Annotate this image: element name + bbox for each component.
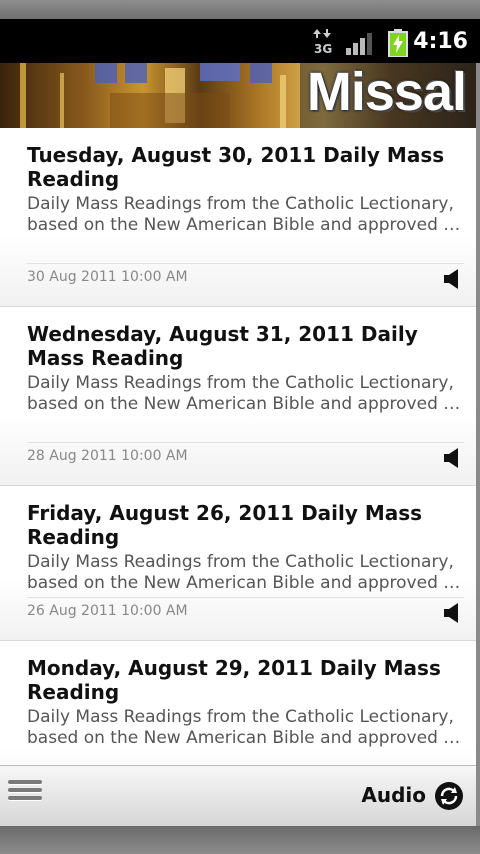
network-label: 3G xyxy=(314,42,332,55)
item-title: Monday, August 29, 2011 Daily Mass Readi… xyxy=(27,656,441,704)
bottom-toolbar: Audio xyxy=(0,765,476,826)
audio-button-label[interactable]: Audio xyxy=(361,783,426,807)
battery-charging-icon xyxy=(388,29,408,57)
status-clock: 4:16 xyxy=(413,29,468,54)
signal-strength-icon xyxy=(346,33,372,55)
reading-list[interactable]: Tuesday, August 30, 2011 Daily Mass Read… xyxy=(0,128,476,765)
speaker-icon[interactable] xyxy=(444,603,460,623)
item-title: Wednesday, August 31, 2011 Daily Mass Re… xyxy=(27,322,418,370)
list-item[interactable]: Friday, August 26, 2011 Daily Mass Readi… xyxy=(0,486,476,641)
item-description-line1: Daily Mass Readings from the Catholic Le… xyxy=(27,707,454,727)
missal-banner: Missal xyxy=(0,63,476,128)
top-frame-strip xyxy=(0,0,480,19)
item-description: Daily Mass Readings from the Catholic Le… xyxy=(0,704,476,749)
item-description-line1: Daily Mass Readings from the Catholic Le… xyxy=(27,373,454,393)
item-description-line1: Daily Mass Readings from the Catholic Le… xyxy=(27,552,454,572)
list-item[interactable]: Monday, August 29, 2011 Daily Mass Readi… xyxy=(0,641,476,765)
banner-title: Missal xyxy=(306,63,467,122)
item-date: 30 Aug 2011 10:00 AM xyxy=(27,269,188,285)
item-divider xyxy=(27,442,464,443)
bottom-frame-strip xyxy=(0,826,480,854)
item-description-line2: based on the New American Bible and appr… xyxy=(27,573,464,593)
item-divider xyxy=(27,263,464,264)
speaker-icon[interactable] xyxy=(444,448,460,468)
item-divider xyxy=(27,597,464,598)
item-title: Tuesday, August 30, 2011 Daily Mass Read… xyxy=(27,143,445,191)
item-description-line2: based on the New American Bible and appr… xyxy=(27,394,464,414)
item-description-line2: based on the New American Bible and appr… xyxy=(27,215,464,235)
item-date: 28 Aug 2011 10:00 AM xyxy=(27,448,188,464)
item-description: Daily Mass Readings from the Catholic Le… xyxy=(0,370,476,415)
refresh-icon[interactable] xyxy=(434,781,464,811)
item-date: 26 Aug 2011 10:00 AM xyxy=(27,603,188,619)
list-item[interactable]: Tuesday, August 30, 2011 Daily Mass Read… xyxy=(0,128,476,307)
item-description-line1: Daily Mass Readings from the Catholic Le… xyxy=(27,194,454,214)
app-content: Missal Tuesday, August 30, 2011 Daily Ma… xyxy=(0,63,476,826)
3g-data-icon: 3G xyxy=(313,29,332,55)
item-description: Daily Mass Readings from the Catholic Le… xyxy=(0,549,476,594)
item-description-line2: based on the New American Bible and appr… xyxy=(27,728,464,748)
status-bar: 3G 4:16 xyxy=(0,19,480,63)
speaker-icon[interactable] xyxy=(444,269,460,289)
item-description: Daily Mass Readings from the Catholic Le… xyxy=(0,191,476,236)
item-title: Friday, August 26, 2011 Daily Mass Readi… xyxy=(27,501,423,549)
menu-icon[interactable] xyxy=(8,780,42,810)
list-item[interactable]: Wednesday, August 31, 2011 Daily Mass Re… xyxy=(0,307,476,486)
